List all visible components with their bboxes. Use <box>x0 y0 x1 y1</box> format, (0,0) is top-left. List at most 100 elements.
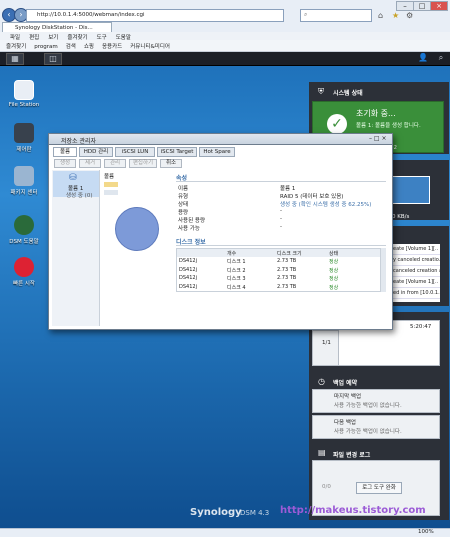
desktop-icon-control-panel[interactable]: 제어판 <box>4 123 44 153</box>
property-value: 생성 중 (확인 시스템 생성 중 62.25%) <box>280 202 372 208</box>
property-label: 사용 가능 <box>178 226 200 232</box>
divider <box>176 245 386 246</box>
property-label: 상태 <box>178 202 189 208</box>
edit-button[interactable]: 편집하기 <box>129 159 157 168</box>
column-header: 개수 <box>227 251 237 257</box>
table-cell: DS412j <box>179 258 197 264</box>
favorites-star-icon[interactable]: ★ <box>392 11 399 20</box>
favorite-link[interactable]: 즐겨찾기 <box>6 44 26 50</box>
document-icon: ▤ <box>318 448 326 457</box>
favorite-link[interactable]: 응용카드 <box>102 44 122 50</box>
property-value: 볼륨 1 <box>280 186 296 192</box>
table-row[interactable]: DS412j 디스크 1 2.73 TB 정상 <box>177 257 380 266</box>
file-log-page: 0/0 <box>322 484 331 490</box>
time-label: 5:20:47 <box>410 324 432 330</box>
favorite-link[interactable]: program <box>34 44 57 50</box>
volume-icon: ⛁ <box>69 173 77 183</box>
property-value: - <box>280 208 282 214</box>
search-icon[interactable]: ⌕ <box>432 53 450 65</box>
shield-icon: ⛨ <box>318 87 324 96</box>
tab-volume[interactable]: 볼륨 <box>53 147 77 157</box>
home-icon[interactable]: ⌂ <box>378 11 383 20</box>
property-label: 용량 <box>178 210 189 216</box>
desktop-icon-dsm-help[interactable]: DSM 도움말 <box>4 215 44 245</box>
cancel-button[interactable]: 취소 <box>160 159 182 168</box>
desktop-icon-package-center[interactable]: 패키지 센터 <box>4 166 44 196</box>
create-button[interactable]: 생성 <box>54 159 76 168</box>
dsm-version: DSM 4.3 <box>240 509 270 517</box>
legend-swatch-used <box>104 182 118 187</box>
scrollbar[interactable] <box>381 248 386 292</box>
gear-icon[interactable]: ⚙ <box>406 11 413 20</box>
disk-table: 개수 디스크 크기 상태 DS412j 디스크 1 2.73 TB 정상 DS412j 디스크 … <box>176 248 381 292</box>
column-header: 상태 <box>329 251 339 257</box>
property-label: 이름 <box>178 186 189 192</box>
property-row: 유형 RAID 5 (데이터 보호 있음) <box>178 192 388 200</box>
table-cell: 2.73 TB <box>277 275 297 281</box>
table-cell: 2.73 TB <box>277 258 297 264</box>
check-icon: ✓ <box>327 114 347 134</box>
usage-legend-title: 볼륨 <box>104 174 115 180</box>
manage-button[interactable]: 관리 <box>104 159 126 168</box>
table-cell: 정상 <box>329 284 339 291</box>
desktop-icon-quick-start[interactable]: 빠른 시작 <box>4 257 44 287</box>
synology-logo: Synology <box>190 507 242 518</box>
table-cell: 디스크 3 <box>227 276 246 282</box>
table-row[interactable]: DS412j 디스크 2 2.73 TB 정상 <box>177 266 380 275</box>
table-cell: 디스크 2 <box>227 267 246 274</box>
user-icon[interactable]: 👤 <box>414 53 432 65</box>
monitor-graph <box>392 176 430 204</box>
table-cell: 정상 <box>329 267 339 274</box>
column-header: 디스크 크기 <box>277 251 302 257</box>
address-bar[interactable]: http://10.0.1.4:5000/webman/index.cgi <box>26 9 284 22</box>
watermark: http://makeus.tistory.com <box>280 505 426 516</box>
log-entry: ed in from [10.0.1.. <box>392 288 440 299</box>
favorite-link[interactable]: 쇼핑 <box>84 44 94 50</box>
favorites-bar: 즐겨찾기 program 검색 쇼핑 응용카드 커뮤니티&미디어 <box>0 40 450 52</box>
tab-hot-spare[interactable]: Hot Spare <box>199 147 235 157</box>
storage-manager-task-icon[interactable]: ◫ <box>44 53 62 65</box>
status-sub: 볼륨 1: 볼륨을 생성 합니다. <box>356 123 421 129</box>
dialog-title: 저장소 관리자 <box>48 133 393 145</box>
favorite-link[interactable]: 커뮤니티&미디어 <box>130 44 170 50</box>
log-entry: canceled creation a.. <box>392 266 440 277</box>
divider <box>176 181 386 182</box>
property-row: 사용 가능 - <box>178 224 388 232</box>
last-backup-desc: 사용 가능한 백업이 없습니다. <box>334 403 402 409</box>
log-tool-button[interactable]: 로그 도구 완화 <box>356 482 402 494</box>
tab-hdd[interactable]: HDD 관리 <box>79 147 113 157</box>
dialog-controls[interactable]: – □ × <box>369 135 387 142</box>
minimize-button[interactable]: – <box>396 1 414 11</box>
main-menu-icon[interactable]: ▦ <box>6 53 24 65</box>
backup-title: 백업 예약 <box>333 380 358 387</box>
desktop-icon-file-station[interactable]: File Station <box>4 80 44 108</box>
log-entry: y canceled creatio.. <box>392 255 440 266</box>
log-entry: eate [Volume 1][.. <box>392 277 440 288</box>
property-row: 상태 생성 중 (확인 시스템 생성 중 62.25%) <box>178 200 388 208</box>
property-label: 유형 <box>178 194 189 200</box>
table-row[interactable]: DS412j 디스크 3 2.73 TB 정상 <box>177 274 380 283</box>
table-cell: 디스크 4 <box>227 284 246 291</box>
tab-iscsi-target[interactable]: iSCSI Target <box>157 147 197 157</box>
legend-swatch-free <box>104 190 118 195</box>
log-entry: eate [Volume 1][.. <box>392 244 440 255</box>
search-input[interactable]: ⌕ <box>300 9 372 22</box>
clock-icon: ◷ <box>318 377 325 386</box>
favorite-link[interactable]: 검색 <box>66 44 76 50</box>
zoom-level[interactable]: 100% <box>418 529 434 535</box>
table-cell: 정상 <box>329 259 339 265</box>
table-row[interactable]: DS412j 디스크 4 2.73 TB 정상 <box>177 283 380 292</box>
property-row: 이름 볼륨 1 <box>178 184 388 192</box>
table-cell: 정상 <box>329 276 339 282</box>
close-window-button[interactable]: × <box>430 1 448 11</box>
status-bar <box>0 528 450 537</box>
remove-button[interactable]: 제거 <box>79 159 101 168</box>
file-log-title: 파일 변경 로그 <box>333 452 371 459</box>
last-backup-label: 마지막 백업 <box>334 394 362 400</box>
maximize-button[interactable]: □ <box>413 1 431 11</box>
property-value: RAID 5 (데이터 보호 있음) <box>280 194 344 200</box>
tab-iscsi-lun[interactable]: iSCSI LUN <box>115 147 155 157</box>
net-speed: 0 KB/s <box>392 214 410 220</box>
page-indicator: 1/1 <box>322 340 331 346</box>
properties-list: 이름 볼륨 1 유형 RAID 5 (데이터 보호 있음) 상태 생성 중 (확인 시스템… <box>178 184 388 232</box>
